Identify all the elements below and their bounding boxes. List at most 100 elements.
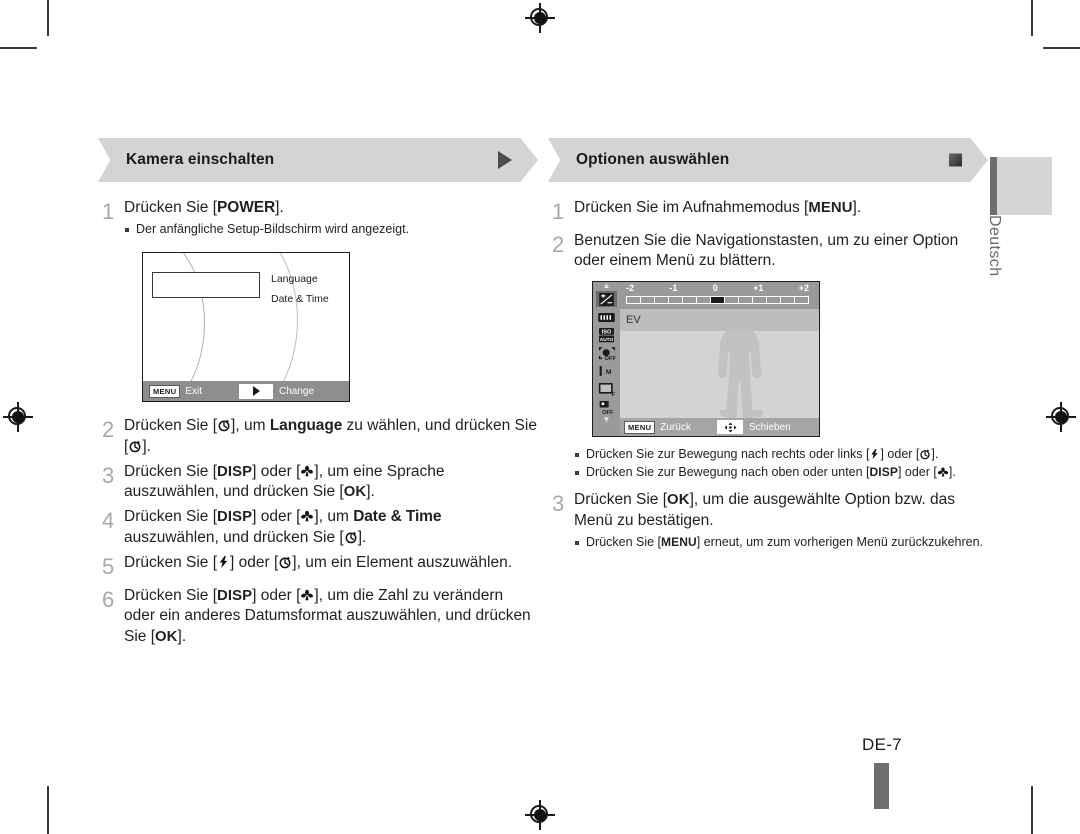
step-item: 2 Drücken Sie [], um Language zu wählen,… [98,416,538,456]
step-text: Drücken Sie [DISP] oder [], um Date & Ti… [124,508,442,546]
ev-bar-back-label: Zurück [660,421,691,433]
setup-menu-items: Language Date & Time [271,270,329,309]
macro-flower-icon [300,464,314,478]
ev-scale-row: -2 -1 0 +1 +2 [620,282,819,310]
step-item: 4 Drücken Sie [DISP] oder [], um Date & … [98,507,538,547]
triangle-right-icon [498,151,512,169]
ev-tick-segment [725,297,739,304]
ev-tick-label: +2 [798,283,809,294]
menu-badge-icon: MENU [624,421,656,434]
ev-tick-segment [711,297,725,304]
svg-text:F: F [611,392,615,397]
menu-badge-icon: MENU [149,385,181,398]
ev-tick-segment [697,297,711,304]
ev-label-row: EV [620,309,819,332]
left-steps-list: 1 Drücken Sie [POWER]. Der anfängliche S… [98,198,538,647]
setup-menu-item-datetime: Date & Time [271,292,329,305]
metering-icon: F [596,381,617,397]
svg-text:OFF: OFF [604,356,615,361]
step-number: 3 [552,491,565,517]
face-detection-off-icon: OFF [596,345,617,361]
exposure-compensation-icon [596,291,617,308]
language-tab-label: Deutsch [986,215,1003,277]
iso-auto-icon: ISO AUTO [596,327,617,343]
step-item: 2 Benutzen Sie die Navigationstasten, um… [548,231,988,271]
ev-screen-bottom-bar: MENU Zurück Schieben [620,418,819,437]
step-text: Drücken Sie [], um Language zu wählen, u… [124,417,537,455]
step-number: 6 [102,587,115,613]
step-item: 3 Drücken Sie [OK], um die ausgewählte O… [548,490,988,552]
crop-mark-top-right-vertical [1031,0,1033,36]
step-text: Drücken Sie [DISP] oder [], um die Zahl … [124,587,531,645]
step-text: Drücken Sie [OK], um die ausgewählte Opt… [574,491,955,529]
camera-setup-screen-mock: Language Date & Time MENU Exit Change [142,252,350,403]
step-number: 1 [102,199,115,224]
svg-text:M: M [605,369,610,376]
step-number: 2 [102,417,115,443]
step-number: 2 [552,232,565,258]
flash-bolt-icon [217,555,230,569]
setup-bar-change-label: Change [279,385,315,397]
ev-tick-label: 0 [712,283,718,294]
crop-mark-top-left-vertical [47,0,49,36]
step-item: 6 Drücken Sie [DISP] oder [], um die Zah… [98,586,538,647]
bullet-item: Drücken Sie [MENU] erneut, um zum vorher… [574,534,988,551]
ev-tick-segment [669,297,683,304]
step-text: Drücken Sie [POWER]. [124,199,284,216]
ev-scale-ticks[interactable] [626,296,809,305]
svg-text:AUTO: AUTO [600,337,614,343]
macro-flower-icon [300,509,314,523]
ev-tick-segment [683,297,697,304]
ev-tick-segment [641,297,655,304]
registration-target-left [3,402,33,432]
self-timer-icon [919,448,931,460]
flash-bolt-icon [869,448,880,460]
ev-tick-segment [753,297,767,304]
bullet-list: Drücken Sie [MENU] erneut, um zum vorher… [574,534,988,551]
step-number: 5 [102,553,115,579]
language-tab-bar [990,157,997,215]
setup-bar-exit-label: Exit [185,385,202,397]
language-tab-block [990,157,1052,215]
ev-tick-label: -1 [669,283,678,294]
footer-marker-bar [874,763,889,809]
step-text: Drücken Sie [] oder [], um ein Element a… [124,553,512,571]
section-header-kamera-einschalten: Kamera einschalten [98,138,538,182]
crop-mark-top-left-horizontal [0,47,37,49]
right-column: Optionen auswählen 1 Drücken Sie im Aufn… [548,138,988,558]
bullet-item: Drücken Sie zur Bewegung nach oben oder … [574,464,988,481]
self-timer-icon [217,418,231,432]
square-icon [949,153,962,167]
crop-mark-bottom-right-vertical [1031,786,1033,834]
ev-tick-segment [795,297,808,303]
ev-screen-main: -2 -1 0 +1 +2 EV MENU Zurück Schieben [620,282,819,437]
left-column: Kamera einschalten 1 Drücken Sie [POWER]… [98,138,538,652]
registration-target-right [1046,402,1076,432]
ev-tick-segment [627,297,641,304]
selection-highlight-box [152,272,260,299]
ev-tick-segment [739,297,753,304]
section-title-right: Optionen auswählen [576,151,730,168]
registration-target-top [525,3,555,33]
step-number: 4 [102,508,115,534]
section-header-optionen-auswaehlen: Optionen auswählen [548,138,988,182]
chevron-down-icon: ▼ [602,415,611,425]
step-item: 1 Drücken Sie im Aufnahmemodus [MENU]. [548,198,988,226]
ev-tick-label: -2 [626,283,635,294]
svg-text:ISO: ISO [602,329,612,335]
registration-target-bottom [525,800,555,830]
ev-label: EV [626,314,641,327]
step-item: 1 Drücken Sie [POWER]. Der anfängliche S… [98,198,538,239]
white-balance-icon [596,309,617,325]
triangle-right-icon [239,383,273,399]
chevron-up-icon: ▲ [602,281,611,291]
nav-bullet-list: Drücken Sie zur Bewegung nach rechts ode… [574,446,988,481]
step-number: 1 [552,199,565,224]
ev-tick-label: +1 [753,283,764,294]
page-number: DE-7 [862,735,902,754]
step-text: Benutzen Sie die Navigationstasten, um z… [574,232,959,270]
crop-mark-top-right-horizontal [1043,47,1080,49]
step-text: Drücken Sie [DISP] oder [], um eine Spra… [124,462,445,501]
setup-screen-bottom-bar: MENU Exit Change [143,381,349,402]
crop-mark-bottom-left-vertical [47,786,49,834]
